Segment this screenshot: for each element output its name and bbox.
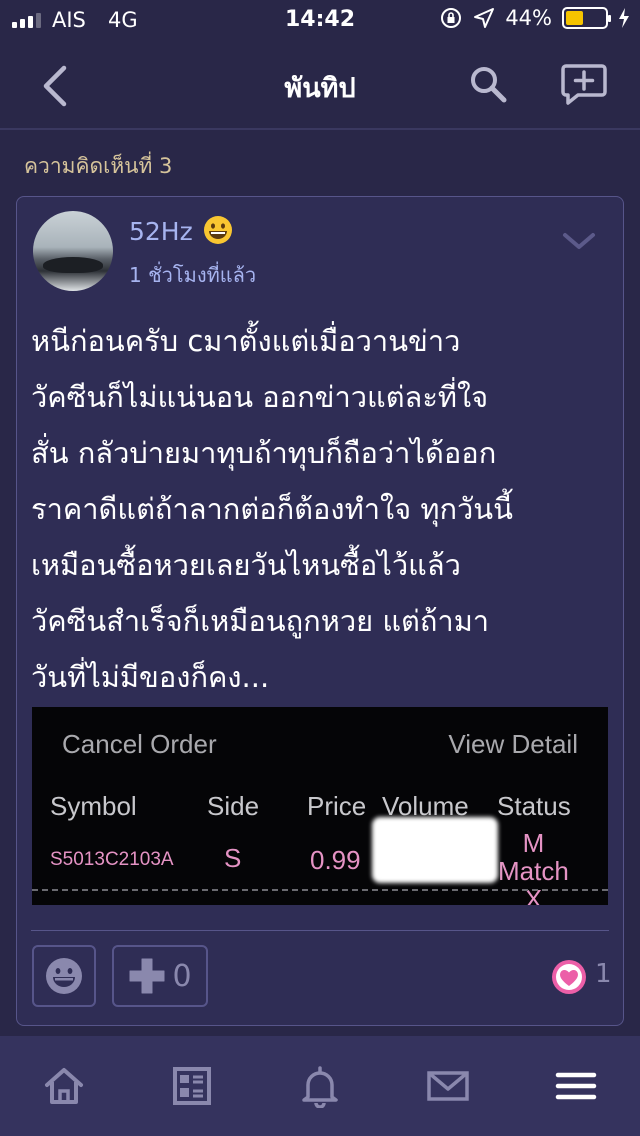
- battery-percent: 44%: [505, 6, 552, 30]
- like-count: 1: [595, 959, 612, 989]
- feed-icon: [173, 1067, 211, 1105]
- heart-icon: [552, 960, 586, 994]
- chevron-down-icon: [563, 233, 595, 249]
- action-divider: [31, 930, 609, 931]
- tab-home[interactable]: [42, 1064, 86, 1108]
- mail-icon: [427, 1071, 469, 1101]
- embed-dashed-divider: [32, 889, 608, 891]
- emoji-reaction-button[interactable]: [32, 945, 96, 1007]
- embed-header-price: Price: [307, 791, 367, 821]
- embed-header-symbol: Symbol: [50, 791, 137, 821]
- home-icon: [45, 1068, 83, 1104]
- embed-cancel-order: Cancel Order: [62, 729, 217, 759]
- embed-header-status: Status: [497, 791, 571, 821]
- battery-icon: [562, 7, 611, 29]
- avatar[interactable]: [33, 211, 113, 291]
- comment-number-label: ความคิดเห็นที่ 3: [24, 154, 173, 178]
- author-name[interactable]: 52Hz: [129, 217, 193, 246]
- compose-icon: [561, 64, 607, 105]
- nav-divider: [0, 128, 640, 130]
- search-button[interactable]: [466, 62, 510, 106]
- plus-vote-button[interactable]: 0: [112, 945, 208, 1007]
- charging-icon: [619, 8, 629, 28]
- embed-status-line3: X: [524, 884, 543, 905]
- bell-icon: [302, 1066, 338, 1109]
- options-button[interactable]: [561, 227, 597, 255]
- tab-messages[interactable]: [426, 1064, 470, 1108]
- redacted-volume: [372, 817, 498, 883]
- embed-status-line2: Match: [498, 856, 569, 886]
- compose-button[interactable]: [560, 62, 608, 106]
- top-nav: พันทิป: [0, 40, 640, 128]
- smiley-icon: [46, 958, 82, 994]
- comment-body: หนีก่อนครับ cมาตั้งแต่เมื่อวานข่าว วัคซี…: [31, 324, 513, 694]
- embed-header-side: Side: [207, 791, 260, 821]
- plus-count: 0: [172, 958, 192, 994]
- bottom-tab-bar: [0, 1036, 640, 1136]
- embed-status-value: M Match X: [498, 829, 569, 905]
- embed-symbol-value: S5013C2103A: [50, 849, 174, 870]
- battery-fill: [566, 11, 583, 25]
- like-button[interactable]: [551, 959, 587, 995]
- location-icon: [474, 8, 495, 28]
- tab-notifications[interactable]: [298, 1064, 342, 1109]
- embed-view-detail: View Detail: [448, 729, 578, 759]
- tab-menu[interactable]: [554, 1064, 598, 1108]
- grinning-emoji-icon: [204, 216, 232, 244]
- embedded-screenshot[interactable]: Cancel Order View Detail Symbol Side Pri…: [32, 707, 608, 905]
- status-bar: AIS 4G 14:42 44%: [0, 0, 640, 40]
- search-icon: [471, 67, 507, 103]
- orientation-lock-icon: [441, 8, 462, 28]
- plus-icon: [129, 958, 165, 994]
- menu-icon: [555, 1072, 597, 1100]
- tab-feed[interactable]: [170, 1064, 214, 1108]
- status-right: 44%: [439, 6, 630, 30]
- post-time: 1 ชั่วโมงที่แล้ว: [129, 263, 257, 287]
- page-title: พันทิป: [284, 73, 356, 104]
- embed-status-line1: M: [522, 828, 545, 858]
- comment-card: 52Hz 1 ชั่วโมงที่แล้ว หนีก่อนครับ cมาตั้…: [16, 196, 624, 1026]
- embed-price-value: 0.99: [310, 845, 361, 875]
- embed-side-value: S: [224, 843, 242, 873]
